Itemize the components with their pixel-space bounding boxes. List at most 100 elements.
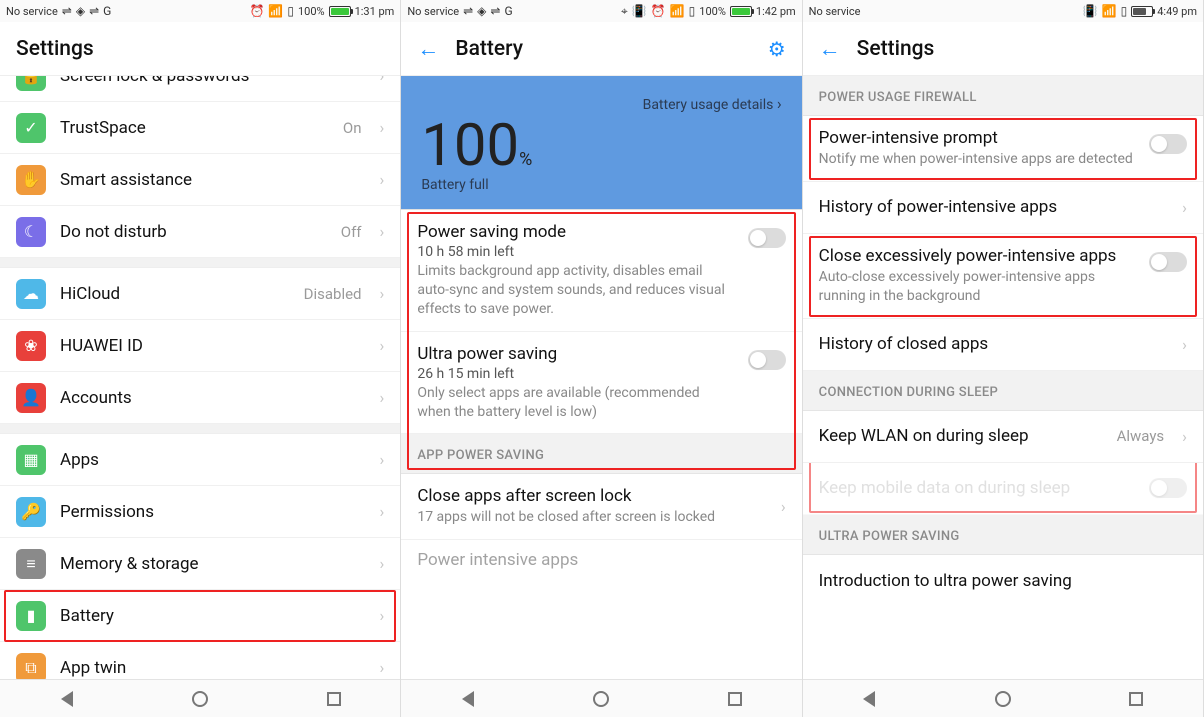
back-button[interactable]: ← (819, 36, 841, 62)
do-not-disturb-icon: ☾ (16, 217, 46, 247)
ultra-power-toggle[interactable] (748, 350, 786, 370)
nav-back[interactable] (456, 687, 480, 711)
battery-icon (1131, 6, 1153, 17)
navbar (803, 679, 1203, 717)
battery-icon: ▮ (16, 601, 46, 631)
statusbar: No service 📳 📶 ▯ 4:49 pm (803, 0, 1203, 22)
settings-item-accounts[interactable]: 👤Accounts› (0, 372, 400, 424)
item-label: Memory & storage (60, 554, 366, 574)
chevron-right-icon: › (380, 76, 385, 85)
chevron-right-icon: › (380, 222, 385, 241)
chevron-right-icon: › (380, 170, 385, 189)
chevron-right-icon: › (380, 336, 385, 355)
nav-back[interactable] (857, 687, 881, 711)
firewall-scroll[interactable]: POWER USAGE FIREWALL Power-intensive pro… (803, 76, 1203, 679)
nav-home[interactable] (991, 687, 1015, 711)
screen-settings: No service ⇌ ◈ ⇌ G ⏰ 📶 ▯ 100% 1:31 pm Se… (0, 0, 401, 717)
settings-item-apps[interactable]: ▦Apps› (0, 434, 400, 486)
ultra-power-saving[interactable]: Ultra power saving 26 h 15 min left Only… (401, 332, 801, 435)
item-label: Do not disturb (60, 222, 327, 242)
wifi-icon: 📶 (268, 5, 283, 17)
statusbar: No service ⇌ ◈ ⇌ G ⏰ 📶 ▯ 100% 1:31 pm (0, 0, 400, 22)
close-excessive-toggle[interactable] (1149, 252, 1187, 272)
battery-scroll[interactable]: Battery usage details › 100% Battery ful… (401, 76, 801, 679)
nav-recent[interactable] (1124, 687, 1148, 711)
battery-usage-details-link[interactable]: Battery usage details › (421, 94, 781, 113)
battery-icon (730, 6, 752, 17)
telegram-icon: ◈ (477, 5, 486, 17)
carrier-text: No service (809, 5, 861, 18)
usb-icon-2: ⇌ (490, 5, 500, 17)
signal-icon: ▯ (1121, 5, 1128, 17)
alarm-icon: ⏰ (249, 5, 264, 17)
power-saving-mode[interactable]: Power saving mode 10 h 58 min left Limit… (401, 210, 801, 332)
battery-percentage: 100% (421, 117, 781, 175)
nav-recent[interactable] (322, 687, 346, 711)
page-title: Settings (16, 37, 94, 61)
nav-recent[interactable] (723, 687, 747, 711)
memory-storage-icon: ≡ (16, 549, 46, 579)
wifi-icon: 📶 (1102, 5, 1117, 17)
usb-icon-2: ⇌ (89, 5, 99, 17)
hicloud-icon: ☁ (16, 279, 46, 309)
item-value: Off (341, 223, 362, 241)
header: ← Battery ⚙ (401, 22, 801, 76)
item-label: Apps (60, 450, 366, 470)
back-button[interactable]: ← (417, 36, 439, 62)
close-excessive-apps[interactable]: Close excessively power-intensive apps A… (803, 234, 1203, 319)
settings-item-do-not-disturb[interactable]: ☾ Do not disturb Off › (0, 206, 400, 258)
wifi-icon: 📶 (670, 5, 685, 17)
chevron-right-icon: › (380, 388, 385, 407)
history-power-intensive[interactable]: History of power-intensive apps › (803, 182, 1203, 234)
item-label: TrustSpace (60, 118, 329, 138)
accounts-icon: 👤 (16, 383, 46, 413)
screen-battery: No service ⇌ ◈ ⇌ G ⌖ 📳 ⏰ 📶 ▯ 100% 1:42 p… (401, 0, 802, 717)
battery-hero[interactable]: Battery usage details › 100% Battery ful… (401, 76, 801, 210)
intro-ultra-power[interactable]: Introduction to ultra power saving (803, 555, 1203, 607)
prompt-toggle[interactable] (1149, 134, 1187, 154)
settings-item-trustspace[interactable]: ✓TrustSpaceOn› (0, 102, 400, 154)
history-closed-apps[interactable]: History of closed apps › (803, 319, 1203, 371)
signal-icon: ▯ (689, 5, 696, 17)
item-label: Battery (60, 606, 366, 626)
settings-item-app-twin[interactable]: ⧉App twin› (0, 642, 400, 679)
chevron-right-icon: › (380, 554, 385, 573)
nav-home[interactable] (188, 687, 212, 711)
battery-pct: 100% (699, 5, 726, 18)
settings-item-hicloud[interactable]: ☁HiCloudDisabled› (0, 268, 400, 320)
chevron-right-icon: › (380, 606, 385, 625)
header: ← Settings (803, 22, 1203, 76)
chevron-right-icon: › (380, 118, 385, 137)
nav-home[interactable] (589, 687, 613, 711)
clock: 1:31 pm (355, 5, 395, 18)
alarm-icon: ⏰ (651, 5, 666, 17)
google-icon: G (103, 5, 111, 17)
page-title: Settings (857, 37, 935, 61)
section-app-power-saving: APP POWER SAVING (401, 434, 801, 474)
app-twin-icon: ⧉ (16, 653, 46, 680)
keep-wlan-sleep[interactable]: Keep WLAN on during sleep Always › (803, 411, 1203, 463)
item-label: Smart assistance (60, 170, 366, 190)
settings-item-screen-lock[interactable]: 🔒Screen lock & passwords› (0, 76, 400, 102)
power-intensive-prompt[interactable]: Power-intensive prompt Notify me when po… (803, 116, 1203, 182)
close-apps-after-lock[interactable]: Close apps after screen lock 17 apps wil… (401, 474, 801, 540)
settings-item-permissions[interactable]: 🔑Permissions› (0, 486, 400, 538)
settings-item-smart-assistance[interactable]: ✋ Smart assistance › (0, 154, 400, 206)
settings-item-huawei-id[interactable]: ❀HUAWEI ID› (0, 320, 400, 372)
chevron-right-icon: › (380, 284, 385, 303)
item-label: HiCloud (60, 284, 290, 304)
carrier-text: No service (407, 5, 459, 18)
settings-item-battery[interactable]: ▮ Battery › (0, 590, 400, 642)
settings-list[interactable]: 🔒Screen lock & passwords›✓TrustSpaceOn›✋… (0, 76, 400, 679)
google-icon: G (504, 5, 512, 17)
settings-item-memory-storage[interactable]: ≡ Memory & storage › (0, 538, 400, 590)
power-saving-toggle[interactable] (748, 228, 786, 248)
smart-assistance-icon: ✋ (16, 165, 46, 195)
chevron-right-icon: › (777, 94, 782, 113)
power-intensive-apps-cut[interactable]: Power intensive apps (401, 540, 801, 570)
item-label: Permissions (60, 502, 366, 522)
screen-lock-icon: 🔒 (16, 76, 46, 91)
section-power-usage-firewall: POWER USAGE FIREWALL (803, 76, 1203, 116)
nav-back[interactable] (55, 687, 79, 711)
gear-icon[interactable]: ⚙ (768, 37, 786, 61)
